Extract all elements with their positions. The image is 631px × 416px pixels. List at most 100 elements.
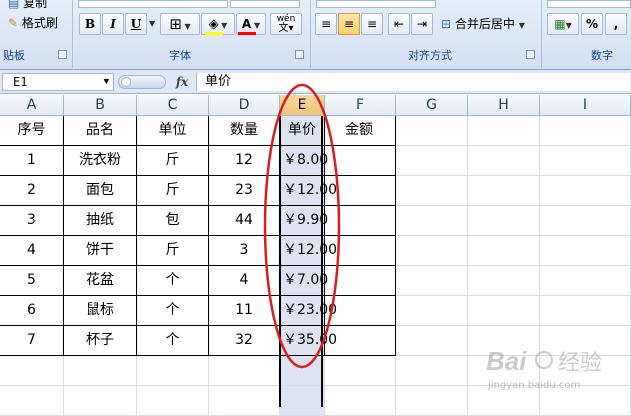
align-right-icon: ≡ — [366, 17, 378, 31]
empty-cell[interactable] — [396, 236, 468, 266]
copy-button[interactable]: ▤ 复制 — [8, 0, 47, 11]
column-header-i[interactable]: I — [540, 95, 631, 116]
column-header-h[interactable]: H — [468, 95, 540, 116]
empty-cell[interactable] — [209, 386, 280, 416]
header-cell[interactable]: 序号 — [0, 116, 64, 146]
underline-button[interactable]: U — [125, 13, 147, 35]
font-launcher-icon[interactable] — [295, 50, 304, 59]
table-cell[interactable]: 4 — [0, 236, 64, 266]
column-header-a[interactable]: A — [0, 95, 64, 116]
column-header-g[interactable]: G — [396, 95, 468, 116]
empty-cell[interactable] — [540, 206, 631, 236]
empty-cell[interactable] — [396, 116, 468, 146]
empty-cell[interactable] — [540, 116, 631, 146]
name-box[interactable]: E1 ▼ — [2, 73, 114, 91]
table-cell[interactable]: 花盆 — [64, 266, 137, 296]
percent-button[interactable]: % — [581, 13, 603, 35]
empty-cell[interactable] — [0, 356, 64, 386]
table-cell[interactable]: 3 — [0, 206, 64, 236]
empty-cell[interactable] — [325, 386, 396, 416]
table-cell[interactable]: 斤 — [137, 146, 209, 176]
column-header-c[interactable]: C — [137, 95, 209, 116]
header-cell[interactable]: 单位 — [137, 116, 209, 146]
empty-cell[interactable] — [396, 176, 468, 206]
table-cell[interactable]: 面包 — [64, 176, 137, 206]
header-cell[interactable]: 品名 — [64, 116, 137, 146]
format-painter-button[interactable]: ✎ 格式刷 — [8, 14, 58, 31]
table-cell[interactable]: 鼠标 — [64, 296, 137, 326]
table-cell[interactable]: 斤 — [137, 236, 209, 266]
empty-cell[interactable] — [64, 386, 137, 416]
table-cell[interactable]: 5 — [0, 266, 64, 296]
fill-color-icon: ◈ — [208, 17, 219, 32]
borders-icon: ⊞ — [169, 15, 182, 33]
alignment-launcher-icon[interactable] — [526, 50, 535, 59]
table-cell[interactable]: 斤 — [137, 176, 209, 206]
empty-cell[interactable] — [64, 356, 137, 386]
table-cell[interactable]: 6 — [0, 296, 64, 326]
empty-cell[interactable] — [468, 266, 540, 296]
empty-cell[interactable] — [540, 236, 631, 266]
empty-cell[interactable] — [468, 296, 540, 326]
empty-cell[interactable] — [396, 146, 468, 176]
bold-button[interactable]: B — [79, 13, 101, 35]
copy-icon: ▤ — [8, 0, 20, 10]
empty-cell[interactable] — [396, 326, 468, 356]
accounting-format-button[interactable]: ▦▼ — [547, 13, 579, 35]
decrease-indent-icon: ⇤ — [393, 17, 405, 31]
copy-label: 复制 — [23, 0, 48, 10]
chevron-down-icon: ▼ — [218, 21, 228, 30]
number-format-combo[interactable] — [547, 0, 631, 8]
insert-function-icon[interactable]: fx — [170, 73, 194, 91]
empty-cell[interactable] — [540, 176, 631, 206]
table-cell[interactable]: 1 — [0, 146, 64, 176]
empty-cell[interactable] — [0, 386, 64, 416]
decrease-indent-button[interactable]: ⇤ — [388, 13, 410, 35]
empty-cell[interactable] — [396, 386, 468, 416]
column-header-b[interactable]: B — [64, 95, 137, 116]
empty-cell[interactable] — [540, 146, 631, 176]
merge-center-button[interactable]: ⊟ 合并后居中 ▼ — [440, 13, 536, 35]
empty-cell[interactable] — [468, 176, 540, 206]
empty-cell[interactable] — [468, 206, 540, 236]
table-cell[interactable]: 7 — [0, 326, 64, 356]
empty-cell[interactable] — [540, 296, 631, 326]
empty-cell[interactable] — [468, 236, 540, 266]
underline-dropdown-icon[interactable]: ▼ — [149, 19, 155, 28]
borders-button[interactable]: ⊞ ▼ — [160, 13, 200, 35]
align-center-button[interactable]: ≡ — [338, 13, 360, 35]
table-cell[interactable]: 个 — [137, 326, 209, 356]
align-left-button[interactable]: ≡ — [315, 13, 337, 35]
table-cell[interactable]: 包 — [137, 206, 209, 236]
table-cell[interactable]: 抽纸 — [64, 206, 137, 236]
font-size-combo[interactable] — [230, 0, 300, 8]
table-cell[interactable]: 个 — [137, 296, 209, 326]
alignment-group-label: 对齐方式 — [408, 49, 452, 62]
increase-indent-button[interactable]: ⇥ — [411, 13, 433, 35]
table-cell[interactable]: 饼干 — [64, 236, 137, 266]
empty-cell[interactable] — [468, 116, 540, 146]
chevron-down-icon: ▼ — [565, 21, 572, 30]
phonetic-button[interactable]: wén 文▾ — [270, 13, 302, 35]
comma-button[interactable]: , — [605, 13, 627, 35]
annotation-ellipse — [263, 83, 341, 369]
empty-cell[interactable] — [468, 146, 540, 176]
empty-cell[interactable] — [396, 296, 468, 326]
table-cell[interactable]: 个 — [137, 266, 209, 296]
italic-button[interactable]: I — [102, 13, 124, 35]
empty-cell[interactable] — [396, 356, 468, 386]
table-cell[interactable]: 2 — [0, 176, 64, 206]
empty-cell[interactable] — [137, 356, 209, 386]
table-cell[interactable]: 杯子 — [64, 326, 137, 356]
group-separator — [541, 0, 542, 68]
empty-cell[interactable] — [137, 386, 209, 416]
table-cell[interactable]: 洗衣粉 — [64, 146, 137, 176]
empty-cell[interactable] — [396, 206, 468, 236]
align-right-button[interactable]: ≡ — [361, 13, 383, 35]
empty-cell[interactable] — [540, 266, 631, 296]
clipboard-launcher-icon[interactable] — [58, 50, 67, 59]
font-name-combo[interactable] — [78, 0, 228, 8]
fill-color-swatch — [205, 32, 223, 35]
empty-cell[interactable] — [396, 266, 468, 296]
chevron-down-icon[interactable]: ▼ — [104, 74, 109, 90]
